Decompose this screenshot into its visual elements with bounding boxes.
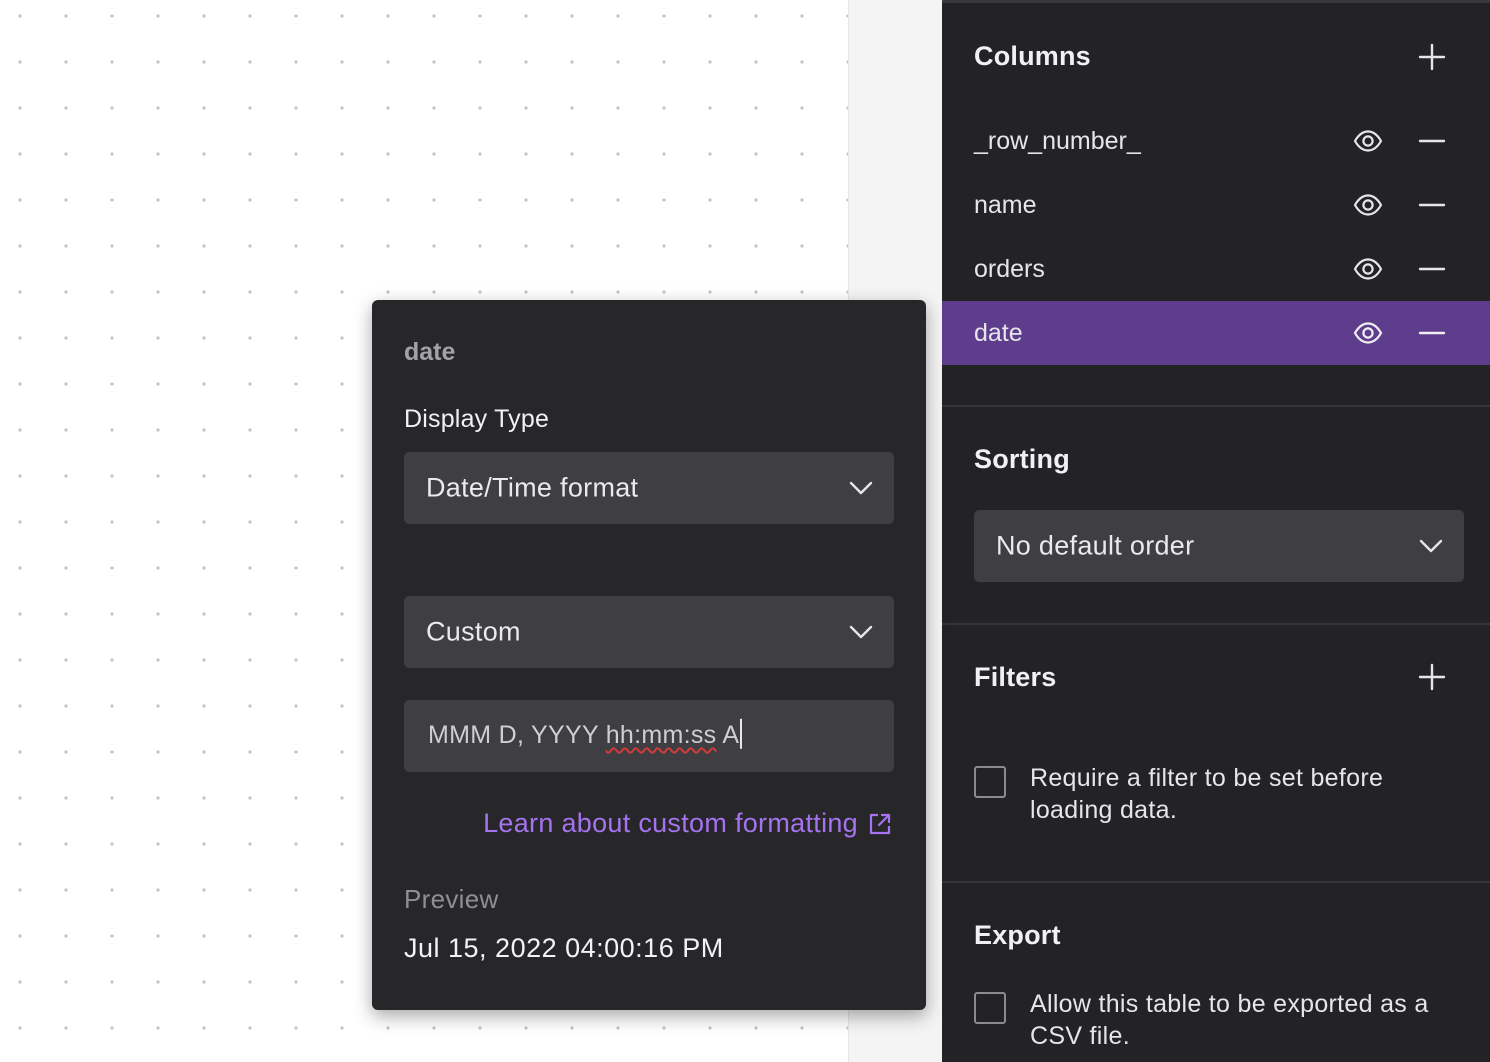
filters-title: Filters xyxy=(974,662,1057,692)
column-name: _row_number_ xyxy=(974,126,1141,155)
format-preset-select[interactable]: Custom xyxy=(404,596,894,668)
column-row-selected[interactable]: date xyxy=(942,301,1490,365)
section-divider xyxy=(942,881,1490,883)
popover-title: date xyxy=(404,338,456,366)
require-filter-checkbox[interactable] xyxy=(974,766,1006,798)
sorting-selected-value: No default order xyxy=(996,530,1195,561)
allow-export-label: Allow this table to be exported as a CSV… xyxy=(1030,990,1429,1050)
column-name: date xyxy=(974,318,1023,347)
learn-custom-formatting-link[interactable]: Learn about custom formatting xyxy=(483,808,892,839)
chevron-down-icon xyxy=(849,481,873,495)
column-row[interactable]: orders xyxy=(942,237,1490,301)
column-name: name xyxy=(974,190,1037,219)
preview-label: Preview xyxy=(404,884,499,914)
require-filter-label: Require a filter to be set before loadin… xyxy=(1030,764,1384,824)
custom-format-value: MMM D, YYYY hh:mm:ss A xyxy=(428,719,743,751)
spellcheck-underline: hh:mm:ss xyxy=(605,720,717,749)
chevron-down-icon xyxy=(849,625,873,639)
columns-section: Columns _row_number_ name orders date xyxy=(942,3,1490,405)
display-type-value: Date/Time format xyxy=(426,472,639,503)
format-preset-value: Custom xyxy=(426,616,521,647)
remove-column-icon[interactable] xyxy=(1416,189,1448,221)
eye-icon[interactable] xyxy=(1352,317,1384,349)
learn-link-label: Learn about custom formatting xyxy=(483,808,858,838)
display-type-select[interactable]: Date/Time format xyxy=(404,452,894,524)
chevron-down-icon xyxy=(1419,539,1443,553)
allow-export-checkbox[interactable] xyxy=(974,992,1006,1024)
remove-column-icon[interactable] xyxy=(1416,317,1448,349)
add-filter-button[interactable] xyxy=(1416,661,1448,693)
section-divider xyxy=(942,405,1490,407)
section-divider xyxy=(942,623,1490,625)
table-settings-sidebar: Columns _row_number_ name orders date So… xyxy=(942,0,1490,1062)
remove-column-icon[interactable] xyxy=(1416,125,1448,157)
remove-column-icon[interactable] xyxy=(1416,253,1448,285)
column-name: orders xyxy=(974,254,1045,283)
export-title: Export xyxy=(974,920,1061,950)
eye-icon[interactable] xyxy=(1352,189,1384,221)
preview-value: Jul 15, 2022 04:00:16 PM xyxy=(404,933,724,963)
eye-icon[interactable] xyxy=(1352,125,1384,157)
sorting-title: Sorting xyxy=(974,444,1070,474)
text-caret xyxy=(740,719,743,750)
display-type-label: Display Type xyxy=(404,405,550,433)
external-link-icon xyxy=(869,813,891,834)
columns-title: Columns xyxy=(974,41,1091,71)
column-row[interactable]: _row_number_ xyxy=(942,109,1490,173)
add-column-button[interactable] xyxy=(1416,41,1448,73)
column-row[interactable]: name xyxy=(942,173,1490,237)
custom-format-input[interactable]: MMM D, YYYY hh:mm:ss A xyxy=(404,700,894,772)
column-format-popover: date Display Type Date/Time format Custo… xyxy=(372,300,926,1010)
eye-icon[interactable] xyxy=(1352,253,1384,285)
sorting-select[interactable]: No default order xyxy=(974,510,1464,582)
